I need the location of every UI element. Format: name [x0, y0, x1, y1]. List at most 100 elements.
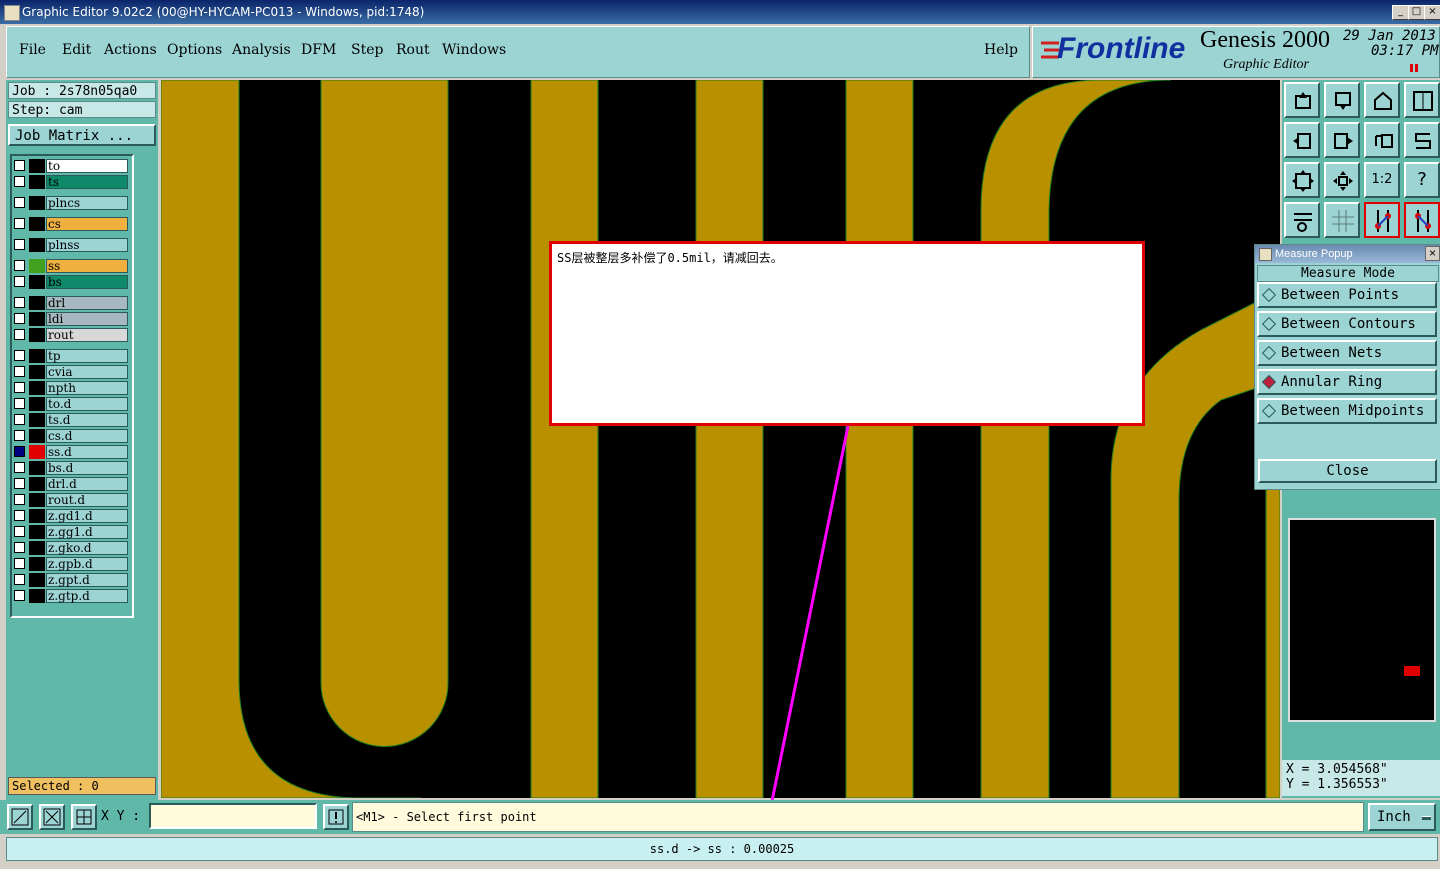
- layer-row-z-gko-d[interactable]: z.gko.d: [12, 541, 130, 555]
- layer-checkbox[interactable]: [14, 160, 25, 171]
- layer-row-cvia[interactable]: cvia: [12, 365, 130, 379]
- menu-step[interactable]: Step: [351, 42, 383, 58]
- close-window-button[interactable]: ×: [1424, 5, 1440, 20]
- layer-checkbox[interactable]: [14, 366, 25, 377]
- netlist-icon[interactable]: [1364, 202, 1400, 238]
- layer-checkbox[interactable]: [14, 526, 25, 537]
- layer-row-tp[interactable]: tp: [12, 349, 130, 363]
- layer-checkbox[interactable]: [14, 558, 25, 569]
- overview-map[interactable]: [1288, 518, 1436, 722]
- mirror-icon[interactable]: [1404, 122, 1440, 158]
- layer-checkbox[interactable]: [14, 276, 25, 287]
- close-icon[interactable]: ×: [1425, 246, 1440, 261]
- layer-row-z-gpb-d[interactable]: z.gpb.d: [12, 557, 130, 571]
- minimize-button[interactable]: _: [1392, 5, 1409, 20]
- mode-between-midpoints[interactable]: Between Midpoints: [1257, 398, 1437, 424]
- layer-row-plnss[interactable]: plnss: [12, 238, 130, 252]
- close-button[interactable]: Close: [1258, 459, 1437, 483]
- layer-row-drl[interactable]: drl: [12, 296, 130, 310]
- layer-checkbox[interactable]: [14, 239, 25, 250]
- layer-row-ldi[interactable]: ldi: [12, 312, 130, 326]
- menu-edit[interactable]: Edit: [62, 42, 91, 58]
- menu-rout[interactable]: Rout: [396, 42, 430, 58]
- xy-input[interactable]: [149, 803, 317, 829]
- layer-row-z-gg1-d[interactable]: z.gg1.d: [12, 525, 130, 539]
- layer-checkbox[interactable]: [14, 398, 25, 409]
- trace-u-inner: [320, 80, 449, 747]
- fit-window-button[interactable]: [1404, 82, 1440, 118]
- layer-checkbox[interactable]: [14, 430, 25, 441]
- home-icon[interactable]: [1364, 82, 1400, 118]
- layer-row-drl-d[interactable]: drl.d: [12, 477, 130, 491]
- layer-checkbox[interactable]: [14, 382, 25, 393]
- layer-row-ts-d[interactable]: ts.d: [12, 413, 130, 427]
- scale-one-to-two-button[interactable]: 1:2: [1364, 162, 1400, 198]
- alert-icon[interactable]: [323, 804, 349, 830]
- layer-checkbox[interactable]: [14, 414, 25, 425]
- mode-between-nets[interactable]: Between Nets: [1257, 340, 1437, 366]
- menu-windows[interactable]: Windows: [442, 42, 506, 58]
- layer-row-rout-d[interactable]: rout.d: [12, 493, 130, 507]
- layer-checkbox[interactable]: [14, 462, 25, 473]
- layer-checkbox[interactable]: [14, 510, 25, 521]
- zoom-fit-icon[interactable]: [1284, 162, 1320, 198]
- menu-analysis[interactable]: Analysis: [232, 42, 291, 58]
- pan-left-button[interactable]: [1284, 122, 1320, 158]
- layer-checkbox[interactable]: [14, 494, 25, 505]
- layer-checkbox[interactable]: [14, 260, 25, 271]
- layer-row-to-d[interactable]: to.d: [12, 397, 130, 411]
- snap-icon[interactable]: [7, 804, 33, 830]
- measure-popup-header[interactable]: Measure Popup ×: [1255, 245, 1440, 263]
- layer-row-npth[interactable]: npth: [12, 381, 130, 395]
- maximize-button[interactable]: □: [1408, 5, 1425, 20]
- layer-checkbox[interactable]: [14, 297, 25, 308]
- layer-checkbox[interactable]: [14, 574, 25, 585]
- menu-help[interactable]: Help: [984, 42, 1018, 58]
- layer-checkbox[interactable]: [14, 542, 25, 553]
- layer-row-to[interactable]: to: [12, 159, 130, 173]
- layer-row-plncs[interactable]: plncs: [12, 196, 130, 210]
- layer-row-bs[interactable]: bs: [12, 275, 130, 289]
- layer-checkbox[interactable]: [14, 197, 25, 208]
- view-top-button[interactable]: [1284, 82, 1320, 118]
- layer-row-ss[interactable]: ss: [12, 259, 130, 273]
- layer-checkbox[interactable]: [14, 329, 25, 340]
- layer-checkbox[interactable]: [14, 350, 25, 361]
- layer-checkbox[interactable]: [14, 176, 25, 187]
- layer-row-ts[interactable]: ts: [12, 175, 130, 189]
- connectivity-icon[interactable]: [1404, 202, 1440, 238]
- layer-checkbox[interactable]: [14, 590, 25, 601]
- menu-actions[interactable]: Actions: [104, 42, 157, 58]
- mode-between-contours[interactable]: Between Contours: [1257, 311, 1437, 337]
- menu-file[interactable]: File: [19, 42, 46, 58]
- layer-row-cs[interactable]: cs: [12, 217, 130, 231]
- snap-off-icon[interactable]: [39, 804, 65, 830]
- layer-row-z-gd1-d[interactable]: z.gd1.d: [12, 509, 130, 523]
- pan-right-button[interactable]: [1324, 122, 1360, 158]
- zoom-center-icon[interactable]: [1324, 162, 1360, 198]
- layer-checkbox[interactable]: [14, 446, 25, 457]
- layer-row-rout[interactable]: rout: [12, 328, 130, 342]
- mode-annular-ring[interactable]: Annular Ring: [1257, 369, 1437, 395]
- tools-icon[interactable]: [1284, 202, 1320, 238]
- unit-selector[interactable]: Inch: [1368, 803, 1436, 831]
- menu-dfm[interactable]: DFM: [301, 42, 336, 58]
- window-title: Graphic Editor 9.02c2 (00@HY-HYCAM-PC013…: [22, 5, 425, 19]
- view-bottom-button[interactable]: [1324, 82, 1360, 118]
- layer-row-ss-d[interactable]: ss.d: [12, 445, 130, 459]
- layer-row-z-gtp-d[interactable]: z.gtp.d: [12, 589, 130, 603]
- graphic-canvas[interactable]: [161, 80, 1280, 798]
- layer-row-cs-d[interactable]: cs.d: [12, 429, 130, 443]
- layer-checkbox[interactable]: [14, 313, 25, 324]
- layer-checkbox[interactable]: [14, 218, 25, 229]
- menu-options[interactable]: Options: [167, 42, 222, 58]
- grid-icon[interactable]: [1324, 202, 1360, 238]
- grid-snap-icon[interactable]: [71, 804, 97, 830]
- layer-checkbox[interactable]: [14, 478, 25, 489]
- layer-row-bs-d[interactable]: bs.d: [12, 461, 130, 475]
- layer-row-z-gpt-d[interactable]: z.gpt.d: [12, 573, 130, 587]
- help-icon[interactable]: ?: [1404, 162, 1440, 198]
- mode-between-points[interactable]: Between Points: [1257, 282, 1437, 308]
- job-matrix-button[interactable]: Job Matrix ...: [8, 124, 156, 146]
- rotate-icon[interactable]: [1364, 122, 1400, 158]
